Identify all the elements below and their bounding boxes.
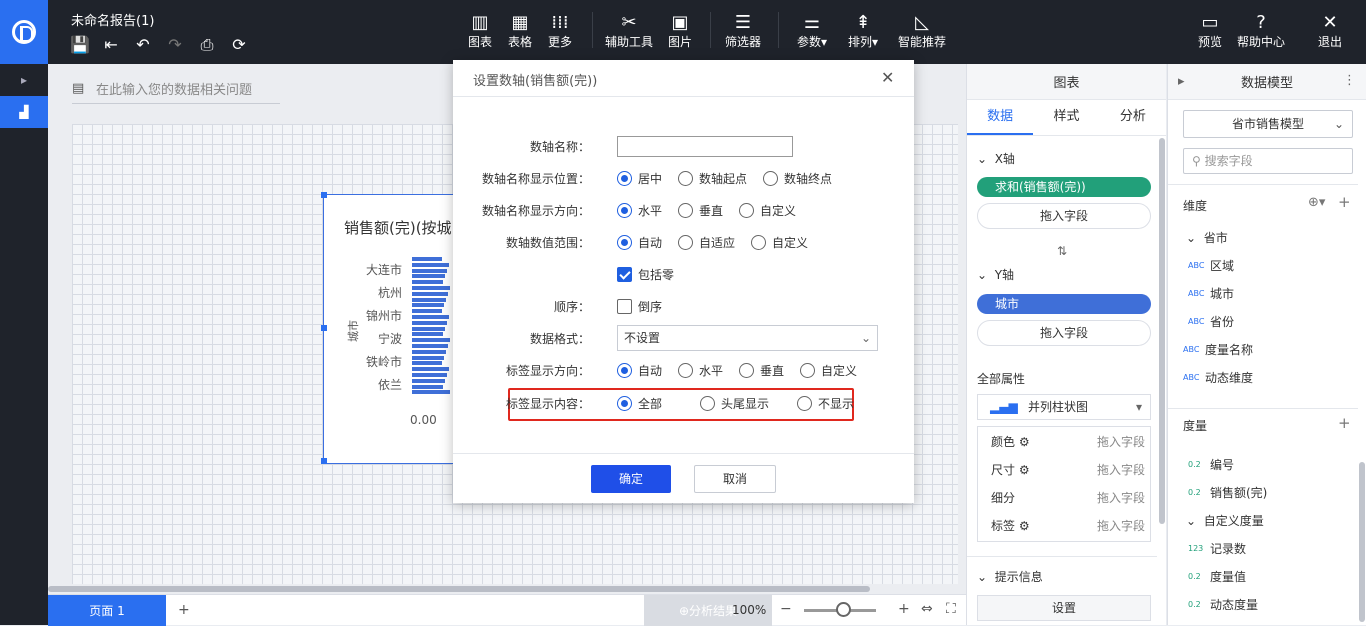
order-label: 顺序： [553,299,590,314]
radio-position-end[interactable]: 数轴终点 [763,170,832,187]
cancel-button[interactable]: 取消 [694,465,776,493]
radio-range-adaptive[interactable]: 自适应 [678,234,735,251]
value-range-group: 自动 自适应 自定义 [617,234,824,251]
divider [453,453,914,454]
label-content-group: 全部 头尾显示 不显示 [617,395,870,412]
radio-range-custom[interactable]: 自定义 [751,234,808,251]
name-position-label: 数轴名称显示位置： [481,171,590,186]
label-content-label: 标签显示内容： [505,396,590,411]
divider [453,96,914,97]
radio-direction-custom[interactable]: 自定义 [739,202,796,219]
data-format-label: 数据格式： [529,331,590,346]
data-format-select[interactable]: 不设置 ⌄ [617,325,878,351]
axis-name-label: 数轴名称： [529,139,590,154]
radio-direction-horizontal[interactable]: 水平 [617,202,662,219]
axis-settings-dialog: 设置数轴(销售额(完)) ✕ 数轴名称： 数轴名称显示位置： 居中 数轴起点 数… [453,60,914,503]
radio-content-none[interactable]: 不显示 [797,395,854,412]
confirm-button[interactable]: 确定 [591,465,671,493]
close-icon[interactable]: ✕ [881,68,894,87]
label-direction-group: 自动 水平 垂直 自定义 [617,362,873,379]
dialog-title: 设置数轴(销售额(完)) [473,74,598,89]
name-position-group: 居中 数轴起点 数轴终点 [617,170,848,187]
axis-name-input[interactable] [617,136,793,157]
value-range-label: 数轴数值范围： [505,235,590,250]
radio-position-center[interactable]: 居中 [617,170,662,187]
radio-content-head-tail[interactable]: 头尾显示 [700,395,769,412]
radio-direction-vertical[interactable]: 垂直 [678,202,723,219]
radio-position-start[interactable]: 数轴起点 [678,170,747,187]
label-direction-label: 标签显示方向： [505,363,590,378]
radio-labeldir-custom[interactable]: 自定义 [800,362,857,379]
name-direction-label: 数轴名称显示方向： [481,203,590,218]
radio-content-all[interactable]: 全部 [617,395,662,412]
radio-labeldir-auto[interactable]: 自动 [617,362,662,379]
name-direction-group: 水平 垂直 自定义 [617,202,812,219]
include-zero-checkbox[interactable]: 包括零 [617,266,674,283]
reverse-order-checkbox[interactable]: 倒序 [617,298,662,315]
chevron-down-icon: ⌄ [860,331,871,345]
radio-range-auto[interactable]: 自动 [617,234,662,251]
radio-labeldir-vertical[interactable]: 垂直 [739,362,784,379]
radio-labeldir-horizontal[interactable]: 水平 [678,362,723,379]
